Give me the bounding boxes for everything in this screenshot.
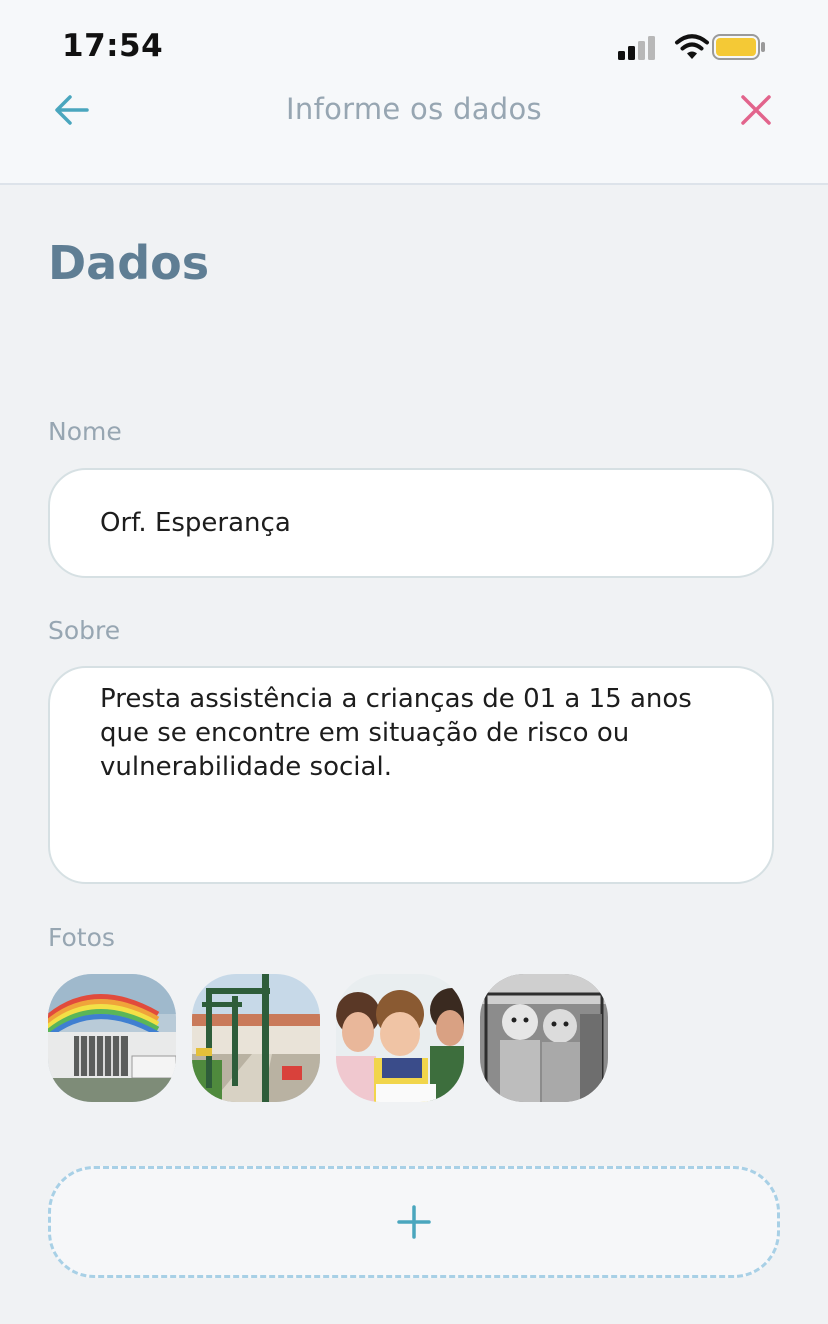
name-field[interactable]: Orf. Esperança (48, 468, 774, 578)
about-field-value: Presta assistência a crianças de 01 a 15… (100, 684, 692, 782)
about-label: Sobre (48, 616, 121, 645)
section-title: Dados (48, 236, 210, 290)
photos-label: Fotos (48, 923, 115, 952)
top-bar: 17:54 Informe os dados (0, 0, 828, 185)
cellular-signal-icon (618, 36, 655, 60)
name-field-value: Orf. Esperança (100, 508, 291, 538)
photo-building-rainbow[interactable] (48, 974, 176, 1102)
close-icon (741, 95, 771, 125)
photo-babies[interactable] (480, 974, 608, 1102)
photo-playground[interactable] (192, 974, 320, 1102)
about-field[interactable]: Presta assistência a crianças de 01 a 15… (48, 666, 774, 884)
page-title: Informe os dados (286, 92, 542, 126)
wifi-icon (675, 34, 709, 59)
plus-icon (397, 1205, 431, 1239)
photo-children-studying[interactable] (336, 974, 464, 1102)
status-time: 17:54 (62, 28, 164, 64)
add-photo-button[interactable] (48, 1166, 780, 1278)
photo-gallery (48, 974, 608, 1102)
close-button[interactable] (732, 86, 780, 134)
name-label: Nome (48, 417, 122, 446)
battery-icon (712, 34, 765, 60)
